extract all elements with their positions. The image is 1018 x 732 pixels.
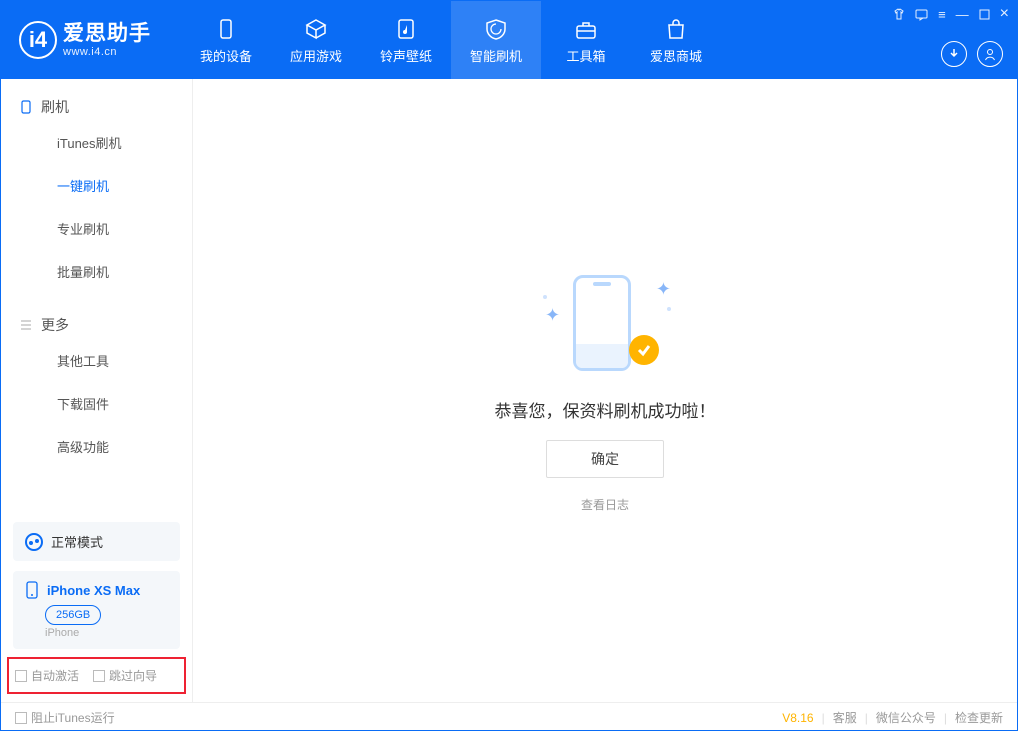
phone-graphic <box>573 275 631 371</box>
sidebar-item-pro[interactable]: 专业刷机 <box>57 207 192 250</box>
music-file-icon <box>393 16 419 42</box>
ok-button[interactable]: 确定 <box>546 440 664 478</box>
checkbox-block-itunes[interactable]: 阻止iTunes运行 <box>15 709 115 726</box>
checkbox-auto-activate[interactable]: 自动激活 <box>15 667 79 684</box>
checkbox-label: 阻止iTunes运行 <box>31 709 115 726</box>
checkbox-label: 跳过向导 <box>109 667 157 684</box>
cube-icon <box>303 16 329 42</box>
separator: | <box>944 711 947 725</box>
checkbox-icon <box>15 670 27 682</box>
success-illustration: ✦ ✦ <box>545 269 665 379</box>
footer-right: V8.16 | 客服 | 微信公众号 | 检查更新 <box>782 709 1003 726</box>
minimize-button[interactable]: — <box>956 7 969 22</box>
sidebar-item-firmware[interactable]: 下载固件 <box>57 382 192 425</box>
feedback-icon[interactable] <box>915 8 928 21</box>
tab-apps[interactable]: 应用游戏 <box>271 1 361 79</box>
app-url: www.i4.cn <box>63 46 151 58</box>
footer: 阻止iTunes运行 V8.16 | 客服 | 微信公众号 | 检查更新 <box>1 702 1017 732</box>
sidebar-bottom: 正常模式 iPhone XS Max 256GB iPhone <box>1 514 192 649</box>
main-content: ✦ ✦ 恭喜您，保资料刷机成功啦！ 确定 查看日志 <box>193 79 1017 702</box>
device-header: iPhone XS Max <box>25 581 168 599</box>
bag-icon <box>663 16 689 42</box>
logo-icon: i4 <box>19 21 57 59</box>
tab-label: 工具箱 <box>566 46 605 65</box>
tab-label: 爱思商城 <box>650 46 702 65</box>
sidebar-item-itunes[interactable]: iTunes刷机 <box>57 121 192 164</box>
close-button[interactable]: × <box>1000 5 1009 23</box>
sidebar-items: iTunes刷机 一键刷机 专业刷机 批量刷机 <box>19 121 192 293</box>
app-name: 爱思助手 <box>63 22 151 45</box>
checkbox-skip-guide[interactable]: 跳过向导 <box>93 667 157 684</box>
device-box[interactable]: iPhone XS Max 256GB iPhone <box>13 571 180 649</box>
tab-device[interactable]: 我的设备 <box>181 1 271 79</box>
tab-toolbox[interactable]: 工具箱 <box>541 1 631 79</box>
separator: | <box>822 711 825 725</box>
storage-badge: 256GB <box>45 605 101 625</box>
shield-icon <box>483 16 509 42</box>
user-button[interactable] <box>977 41 1003 67</box>
sidebar-group-flash: 刷机 iTunes刷机 一键刷机 专业刷机 批量刷机 <box>1 79 192 297</box>
header-actions <box>941 41 1003 67</box>
sidebar-items: 其他工具 下载固件 高级功能 <box>19 339 192 468</box>
tab-label: 应用游戏 <box>290 46 342 65</box>
device-icon <box>19 100 33 114</box>
tab-ringtone[interactable]: 铃声壁纸 <box>361 1 451 79</box>
check-badge-icon <box>629 335 659 365</box>
success-message: 恭喜您，保资料刷机成功啦！ <box>495 397 716 422</box>
sparkle-icon: ✦ <box>545 305 560 326</box>
tab-label: 智能刷机 <box>470 46 522 65</box>
header: i4 爱思助手 www.i4.cn 我的设备 应用游戏 铃声壁纸 智能刷机 工具… <box>1 1 1017 79</box>
menu-icon[interactable]: ≡ <box>938 7 946 22</box>
device-name: iPhone XS Max <box>47 583 140 598</box>
sidebar-item-batch[interactable]: 批量刷机 <box>57 250 192 293</box>
phone-icon <box>25 581 39 599</box>
tab-label: 我的设备 <box>200 46 252 65</box>
tab-flash[interactable]: 智能刷机 <box>451 1 541 79</box>
download-icon <box>947 47 961 61</box>
sidebar-item-other[interactable]: 其他工具 <box>57 339 192 382</box>
sidebar-item-advanced[interactable]: 高级功能 <box>57 425 192 468</box>
mode-box[interactable]: 正常模式 <box>13 522 180 561</box>
window-controls: ≡ — × <box>892 5 1009 23</box>
user-icon <box>983 47 997 61</box>
sparkle-icon: ✦ <box>656 279 671 300</box>
main-tabs: 我的设备 应用游戏 铃声壁纸 智能刷机 工具箱 爱思商城 <box>181 1 721 79</box>
logo[interactable]: i4 爱思助手 www.i4.cn <box>1 21 151 59</box>
maximize-button[interactable] <box>979 9 990 20</box>
group-title: 刷机 <box>41 97 69 117</box>
shirt-icon[interactable] <box>892 8 905 21</box>
checkbox-icon <box>15 712 27 724</box>
checkbox-label: 自动激活 <box>31 667 79 684</box>
sidebar: 刷机 iTunes刷机 一键刷机 专业刷机 批量刷机 更多 其他工具 下载固件 … <box>1 79 193 702</box>
view-log-link[interactable]: 查看日志 <box>581 496 629 513</box>
tab-label: 铃声壁纸 <box>380 46 432 65</box>
logo-text: 爱思助手 www.i4.cn <box>63 22 151 57</box>
group-header[interactable]: 更多 <box>19 311 192 339</box>
mode-label: 正常模式 <box>51 532 103 551</box>
download-button[interactable] <box>941 41 967 67</box>
tab-store[interactable]: 爱思商城 <box>631 1 721 79</box>
group-title: 更多 <box>41 315 69 335</box>
separator: | <box>865 711 868 725</box>
version-label: V8.16 <box>782 711 813 725</box>
body: 刷机 iTunes刷机 一键刷机 专业刷机 批量刷机 更多 其他工具 下载固件 … <box>1 79 1017 702</box>
support-link[interactable]: 客服 <box>833 709 857 726</box>
sidebar-item-oneclick[interactable]: 一键刷机 <box>57 164 192 207</box>
list-icon <box>19 318 33 332</box>
checkbox-icon <box>93 670 105 682</box>
wechat-link[interactable]: 微信公众号 <box>876 709 936 726</box>
sidebar-group-more: 更多 其他工具 下载固件 高级功能 <box>1 297 192 472</box>
mode-icon <box>25 533 43 551</box>
phone-icon <box>213 16 239 42</box>
device-type: iPhone <box>45 627 168 639</box>
options-row: 自动激活 跳过向导 <box>7 657 186 694</box>
group-header[interactable]: 刷机 <box>19 93 192 121</box>
toolbox-icon <box>573 16 599 42</box>
update-link[interactable]: 检查更新 <box>955 709 1003 726</box>
